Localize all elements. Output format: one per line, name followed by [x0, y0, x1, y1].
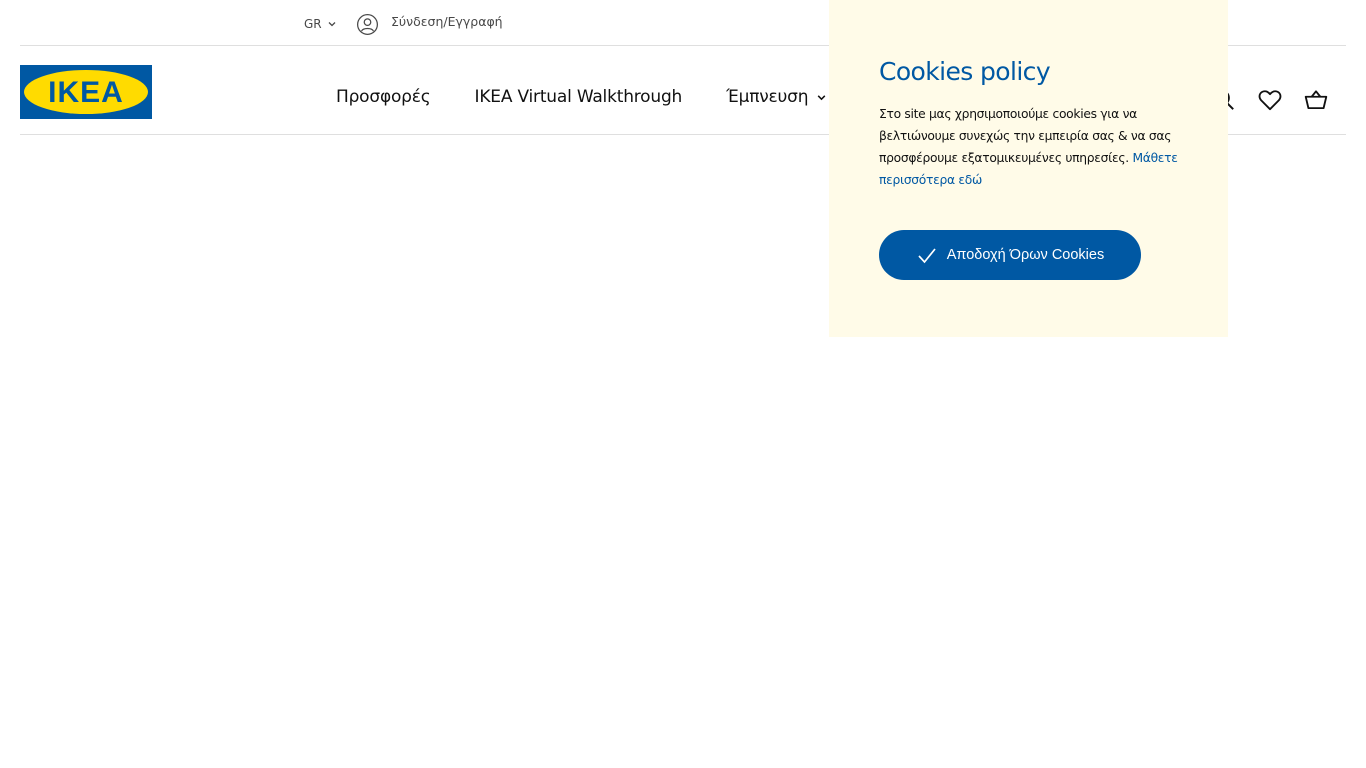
checkmark-icon — [918, 248, 936, 264]
basket-button[interactable] — [1302, 86, 1330, 114]
favourites-button[interactable] — [1256, 86, 1284, 114]
nav-item-virtual-walkthrough[interactable]: IKEA Virtual Walkthrough — [475, 87, 683, 107]
logo-text: IKEA — [48, 76, 124, 109]
accept-cookies-label: Αποδοχή Όρων Cookies — [946, 247, 1105, 263]
login-link[interactable]: Σύνδεση/Εγγραφή — [356, 13, 503, 36]
chevron-down-icon — [328, 22, 336, 27]
nav-item-label: Προσφορές — [336, 87, 431, 107]
language-label: GR — [304, 17, 322, 31]
cookie-banner-body: Στο site μας χρησιμοποιούμε cookies για … — [879, 107, 1172, 165]
cookie-banner-text: Στο site μας χρησιμοποιούμε cookies για … — [879, 103, 1189, 191]
language-selector[interactable]: GR — [304, 17, 337, 31]
accept-cookies-button[interactable]: Αποδοχή Όρων Cookies — [879, 230, 1141, 280]
nav-item-label: IKEA Virtual Walkthrough — [474, 87, 683, 107]
nav-item-inspiration[interactable]: Έμπνευση — [726, 87, 827, 107]
ikea-logo[interactable]: IKEA — [20, 65, 152, 119]
chevron-down-icon — [817, 94, 826, 100]
main-nav: Προσφορές IKEA Virtual Walkthrough Έμπνε… — [336, 87, 871, 107]
header-icons — [1210, 86, 1330, 114]
cookie-banner-title: Cookies policy — [879, 57, 1051, 86]
nav-item-offers[interactable]: Προσφορές — [336, 87, 431, 107]
user-icon — [357, 14, 378, 35]
heart-icon — [1258, 90, 1282, 111]
nav-item-label: Έμπνευση — [726, 87, 809, 107]
login-label: Σύνδεση/Εγγραφή — [391, 14, 503, 29]
basket-icon — [1304, 90, 1328, 110]
cookie-banner: Cookies policy Στο site μας χρησιμοποιού… — [829, 0, 1228, 337]
